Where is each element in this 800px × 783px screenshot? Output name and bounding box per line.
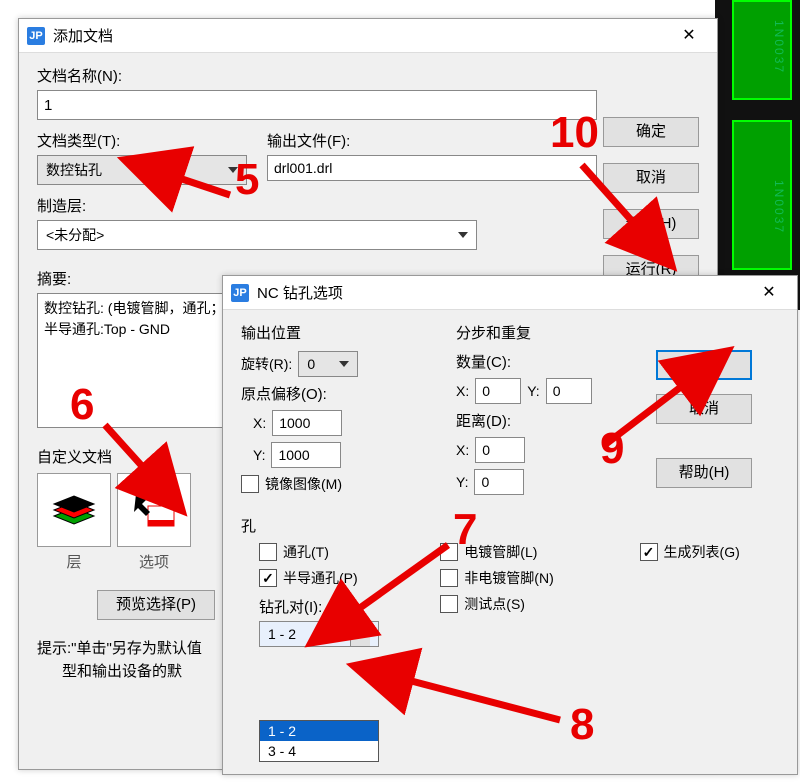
ok-button[interactable]: 确定 bbox=[656, 350, 752, 380]
partial-checkbox[interactable] bbox=[259, 569, 277, 587]
mirror-checkbox[interactable] bbox=[241, 475, 259, 493]
count-label: 数量(C): bbox=[456, 351, 636, 372]
x-label: X: bbox=[456, 442, 469, 458]
genlist-checkbox[interactable] bbox=[640, 543, 658, 561]
name-input[interactable]: 1 bbox=[37, 90, 597, 120]
step-repeat-label: 分步和重复 bbox=[456, 322, 636, 343]
genlist-label: 生成列表(G) bbox=[664, 542, 740, 562]
options-button[interactable] bbox=[117, 473, 191, 547]
drillpair-label: 钻孔对(I): bbox=[259, 596, 440, 617]
rotate-select[interactable]: 0 bbox=[298, 351, 358, 377]
y-label: Y: bbox=[527, 383, 539, 399]
options-caption: 选项 bbox=[117, 551, 191, 572]
chevron-down-icon bbox=[339, 361, 349, 367]
through-label: 通孔(T) bbox=[283, 542, 329, 562]
drillpair-option[interactable]: 3 - 4 bbox=[260, 741, 378, 761]
layer-select[interactable]: <未分配> bbox=[37, 220, 477, 250]
cancel-button[interactable]: 取消 bbox=[656, 394, 752, 424]
layer-label: 制造层: bbox=[37, 195, 699, 216]
chevron-down-icon bbox=[228, 167, 238, 173]
drillpair-option[interactable]: 1 - 2 bbox=[260, 721, 378, 741]
plated-checkbox[interactable] bbox=[440, 543, 458, 561]
preview-button[interactable]: 预览选择(P) bbox=[97, 590, 215, 620]
origin-label: 原点偏移(O): bbox=[241, 383, 436, 404]
outfile-input[interactable]: drl001.drl bbox=[267, 155, 597, 181]
titlebar[interactable]: JP NC 钻孔选项 ✕ bbox=[223, 276, 797, 310]
origin-x-input[interactable]: 1000 bbox=[272, 410, 342, 436]
nc-drill-options-dialog: JP NC 钻孔选项 ✕ 输出位置 旋转(R): 0 原点偏移(O): X: 1… bbox=[222, 275, 798, 775]
dist-x-input[interactable]: 0 bbox=[475, 437, 525, 463]
plated-label: 电镀管脚(L) bbox=[464, 542, 537, 562]
help-button[interactable]: 帮助(H) bbox=[656, 458, 752, 488]
partial-label: 半导通孔(P) bbox=[283, 568, 358, 588]
close-icon[interactable]: ✕ bbox=[669, 22, 709, 50]
count-x-input[interactable]: 0 bbox=[475, 378, 521, 404]
nonplated-label: 非电镀管脚(N) bbox=[464, 568, 553, 588]
testpoint-checkbox[interactable] bbox=[440, 595, 458, 613]
app-icon: JP bbox=[27, 27, 45, 45]
mirror-label: 镜像图像(M) bbox=[265, 474, 342, 494]
dist-y-input[interactable]: 0 bbox=[474, 469, 524, 495]
through-checkbox[interactable] bbox=[259, 543, 277, 561]
rotate-label: 旋转(R): bbox=[241, 354, 292, 374]
y-label: Y: bbox=[253, 447, 265, 463]
app-icon: JP bbox=[231, 284, 249, 302]
x-label: X: bbox=[253, 415, 266, 431]
bg-comp-label: 1N0037 bbox=[772, 180, 786, 234]
close-icon[interactable]: ✕ bbox=[749, 279, 789, 307]
cancel-button[interactable]: 取消 bbox=[603, 163, 699, 193]
dialog-title: 添加文档 bbox=[53, 25, 113, 46]
bg-comp-label: 1N0037 bbox=[772, 20, 786, 74]
summary-textarea[interactable]: 数控钻孔: (电镀管脚，通孔； 半导通孔:Top - GND bbox=[37, 293, 247, 428]
origin-y-input[interactable]: 1000 bbox=[271, 442, 341, 468]
dist-label: 距离(D): bbox=[456, 410, 636, 431]
output-pos-label: 输出位置 bbox=[241, 322, 436, 343]
count-y-input[interactable]: 0 bbox=[546, 378, 592, 404]
x-label: X: bbox=[456, 383, 469, 399]
outfile-label: 输出文件(F): bbox=[267, 130, 597, 151]
dialog-title: NC 钻孔选项 bbox=[257, 282, 343, 303]
ok-button[interactable]: 确定 bbox=[603, 117, 699, 147]
layers-button[interactable] bbox=[37, 473, 111, 547]
y-label: Y: bbox=[456, 474, 468, 490]
nonplated-checkbox[interactable] bbox=[440, 569, 458, 587]
chevron-down-icon bbox=[360, 631, 370, 637]
drillpair-select[interactable]: 1 - 2 bbox=[259, 621, 379, 647]
help-button[interactable]: 帮助(H) bbox=[603, 209, 699, 239]
layers-caption: 层 bbox=[37, 551, 111, 572]
type-label: 文档类型(T): bbox=[37, 130, 247, 151]
type-select[interactable]: 数控钻孔 bbox=[37, 155, 247, 185]
drillpair-dropdown-list[interactable]: 1 - 2 3 - 4 bbox=[259, 720, 379, 762]
testpoint-label: 测试点(S) bbox=[464, 594, 525, 614]
titlebar[interactable]: JP 添加文档 ✕ bbox=[19, 19, 717, 53]
name-label: 文档名称(N): bbox=[37, 65, 699, 86]
holes-label: 孔 bbox=[241, 515, 779, 536]
chevron-down-icon bbox=[458, 232, 468, 238]
